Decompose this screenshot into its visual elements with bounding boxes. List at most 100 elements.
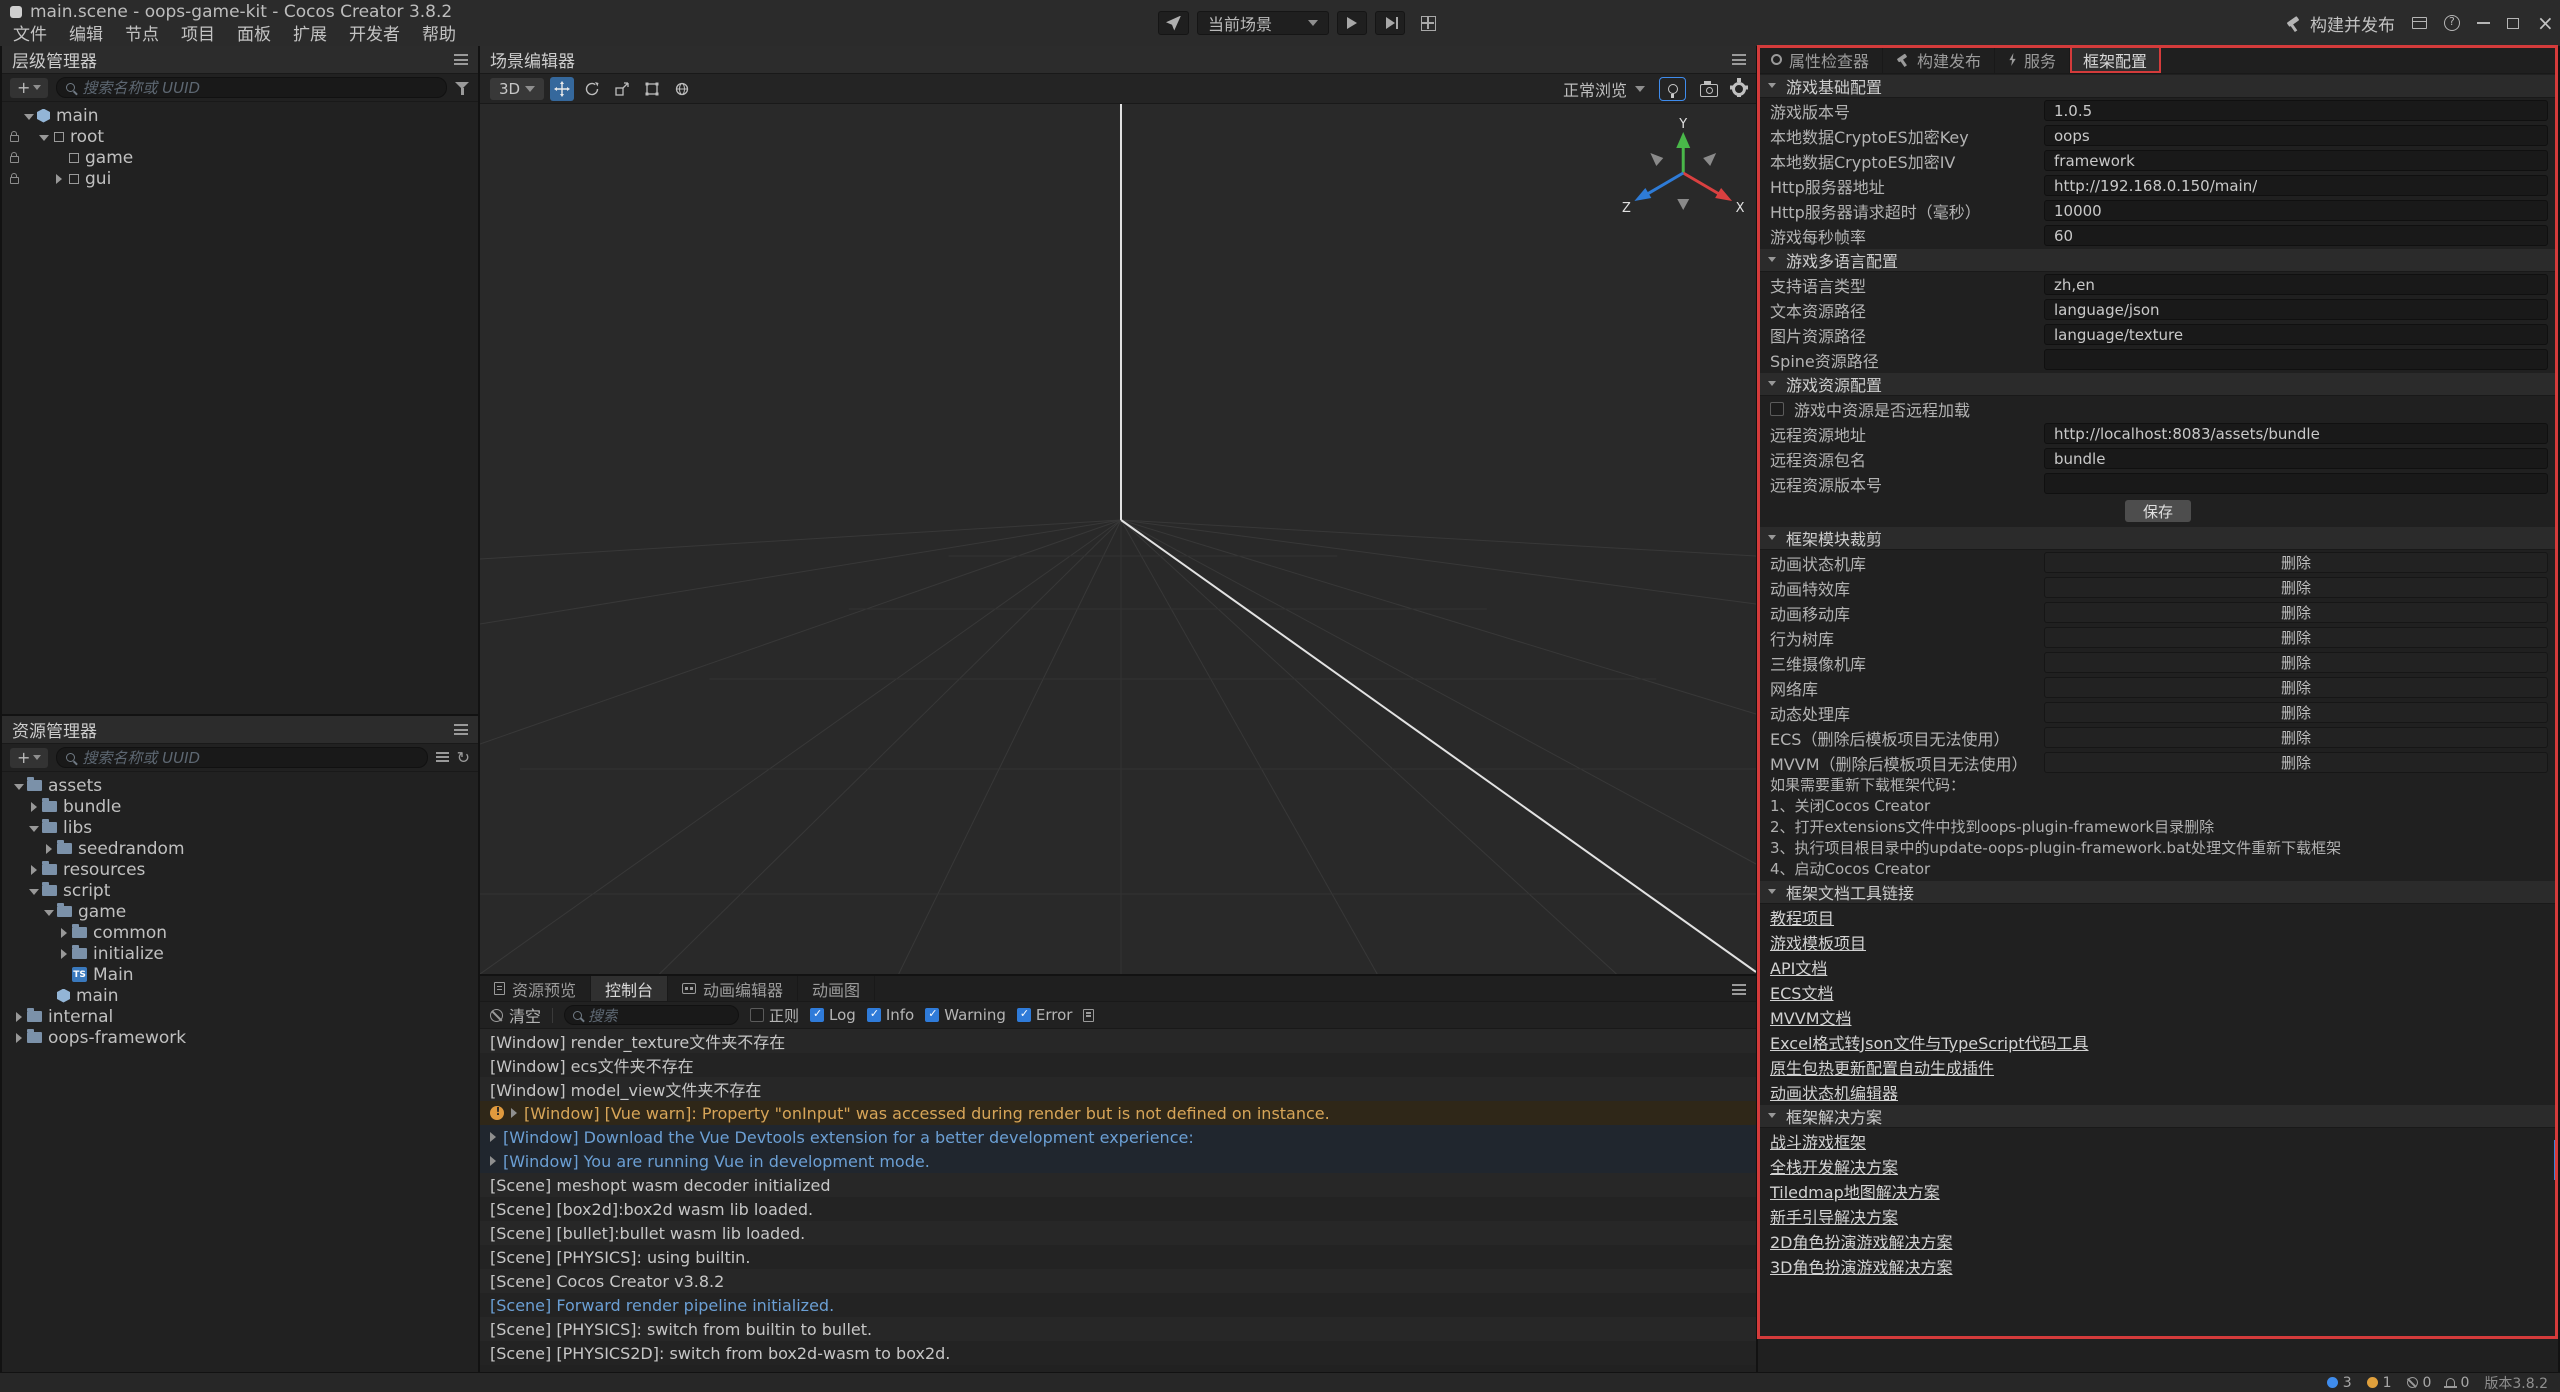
refresh-icon[interactable] [457,748,470,767]
doc-link[interactable]: 3D角色扮演游戏解决方案 [1770,1254,1953,1278]
section-header-1[interactable]: 游戏多语言配置 [1758,249,2558,272]
console-log-row[interactable]: [Scene] Forward render pipeline initiali… [480,1293,1756,1317]
pivot-tool-button[interactable] [670,77,694,101]
field-input[interactable]: language/texture [2044,324,2548,345]
tree-down-arrow-icon[interactable] [37,130,51,144]
tree-node-resources[interactable]: resources [2,859,478,880]
doc-link[interactable]: 全栈开发解决方案 [1770,1154,1898,1178]
play-button[interactable] [1337,11,1367,35]
tree-node-gui[interactable]: gui [2,168,478,189]
tree-right-arrow-icon[interactable] [52,172,66,186]
doc-link[interactable]: 游戏模板项目 [1770,930,1866,954]
doc-link[interactable]: 动画状态机编辑器 [1770,1080,1898,1104]
console-log-row[interactable]: [Scene] [PHYSICS]: using builtin. [480,1245,1756,1269]
console-tab-动画图[interactable]: 动画图 [798,976,875,1001]
scene-viewport[interactable]: Y X Z [480,104,1756,974]
console-filter-Warning[interactable]: Warning [925,1006,1006,1024]
tree-node-internal[interactable]: internal [2,1006,478,1027]
export-log-icon[interactable] [1083,1009,1094,1022]
doc-link[interactable]: 战斗游戏框架 [1770,1129,1866,1153]
console-filter-Info[interactable]: Info [867,1006,914,1024]
clear-console-button[interactable]: 清空 [490,1003,541,1027]
panel-menu-icon[interactable] [454,54,468,65]
build-publish-button[interactable]: 构建并发布 [2285,11,2395,36]
field-input[interactable]: http://192.168.0.150/main/ [2044,175,2548,196]
notification-count[interactable]: 0 [2446,1375,2469,1391]
inspector-tab-构建发布[interactable]: 构建发布 [1883,46,1995,73]
console-log-row[interactable]: [Scene] [box2d]:box2d wasm lib loaded. [480,1197,1756,1221]
tree-node-script[interactable]: script [2,880,478,901]
assets-search-input[interactable]: 搜索名称或 UUID [56,747,427,768]
gear-icon[interactable] [1732,82,1746,96]
tree-down-arrow-icon[interactable] [27,884,41,898]
doc-link[interactable]: Tiledmap地图解决方案 [1770,1179,1940,1203]
section-header-0[interactable]: 游戏基础配置 [1758,75,2558,98]
tree-right-arrow-icon[interactable] [57,926,71,940]
tree-node-game[interactable]: game [2,147,478,168]
console-log-row[interactable]: [Scene] Cocos Creator v3.8.2 [480,1269,1756,1293]
camera-icon[interactable] [1700,84,1718,97]
module-delete-button[interactable]: 删除 [2281,552,2311,573]
panel-menu-icon[interactable] [1732,984,1746,995]
tree-node-oops-framework[interactable]: oops-framework [2,1027,478,1048]
console-tab-控制台[interactable]: 控制台 [591,976,668,1001]
mode-3d-button[interactable]: 3D [490,78,544,100]
doc-link[interactable]: 2D角色扮演游戏解决方案 [1770,1229,1953,1253]
rotate-tool-button[interactable] [580,77,604,101]
console-log-row[interactable]: [Window] model_view文件夹不存在 [480,1077,1756,1101]
field-input[interactable] [2044,349,2548,370]
regex-toggle[interactable]: 正则 [750,1005,799,1026]
tree-down-arrow-icon[interactable] [27,821,41,835]
doc-link[interactable]: 原生包热更新配置自动生成插件 [1770,1055,1994,1079]
module-delete-button[interactable]: 删除 [2281,652,2311,673]
inspector-tab-框架配置[interactable]: 框架配置 [2070,46,2161,73]
section-header-3[interactable]: 框架模块裁剪 [1758,527,2558,550]
field-input[interactable]: language/json [2044,299,2548,320]
module-delete-button[interactable]: 删除 [2281,577,2311,598]
tree-node-bundle[interactable]: bundle [2,796,478,817]
move-tool-button[interactable] [550,77,574,101]
expand-arrow-icon[interactable] [490,1156,496,1166]
menu-item-文件[interactable]: 文件 [2,24,58,46]
rect-tool-button[interactable] [640,77,664,101]
inspector-tab-属性检查器[interactable]: 属性检查器 [1758,46,1883,73]
step-button[interactable] [1375,11,1405,35]
console-search-input[interactable]: 搜索 [564,1005,739,1025]
error-count[interactable]: 0 [2407,1375,2432,1391]
tree-down-arrow-icon[interactable] [12,779,26,793]
add-asset-button[interactable] [10,748,48,768]
tree-down-arrow-icon[interactable] [42,905,56,919]
module-delete-button[interactable]: 删除 [2281,727,2311,748]
help-icon[interactable] [2444,15,2460,31]
menu-item-扩展[interactable]: 扩展 [282,24,338,46]
expand-arrow-icon[interactable] [490,1132,496,1142]
field-input[interactable]: 1.0.5 [2044,100,2548,121]
field-input[interactable]: bundle [2044,448,2548,469]
console-log-row[interactable]: [Window] Download the Vue Devtools exten… [480,1125,1756,1149]
menu-item-开发者[interactable]: 开发者 [338,24,411,46]
tree-node-Main[interactable]: TSMain [2,964,478,985]
console-filter-Log[interactable]: Log [810,1006,856,1024]
hierarchy-search-input[interactable]: 搜索名称或 UUID [56,77,447,98]
field-input[interactable]: 60 [2044,225,2548,246]
minimize-button[interactable] [2477,22,2490,24]
module-delete-button[interactable]: 删除 [2281,602,2311,623]
console-tab-动画编辑器[interactable]: 动画编辑器 [668,976,798,1001]
doc-link[interactable]: MVVM文档 [1770,1005,1852,1029]
close-button[interactable] [2536,15,2550,31]
lighting-toggle-button[interactable] [1659,77,1686,101]
console-log-row[interactable]: [Window] [Vue warn]: Property "onInput" … [480,1101,1756,1125]
remote-load-checkbox[interactable] [1770,402,1784,416]
doc-link[interactable]: ECS文档 [1770,980,1833,1004]
tree-node-assets[interactable]: assets [2,775,478,796]
console-tab-资源预览[interactable]: 资源预览 [480,976,591,1001]
maximize-button[interactable] [2507,18,2519,29]
tree-node-initialize[interactable]: initialize [2,943,478,964]
doc-link[interactable]: 教程项目 [1770,905,1834,929]
menu-item-帮助[interactable]: 帮助 [411,24,467,46]
console-filter-Error[interactable]: Error [1017,1006,1073,1024]
tree-node-main[interactable]: main [2,985,478,1006]
doc-link[interactable]: Excel格式转Json文件与TypeScript代码工具 [1770,1030,2089,1054]
console-log-row[interactable]: [Window] ecs文件夹不存在 [480,1053,1756,1077]
regex-checkbox[interactable] [750,1008,764,1022]
